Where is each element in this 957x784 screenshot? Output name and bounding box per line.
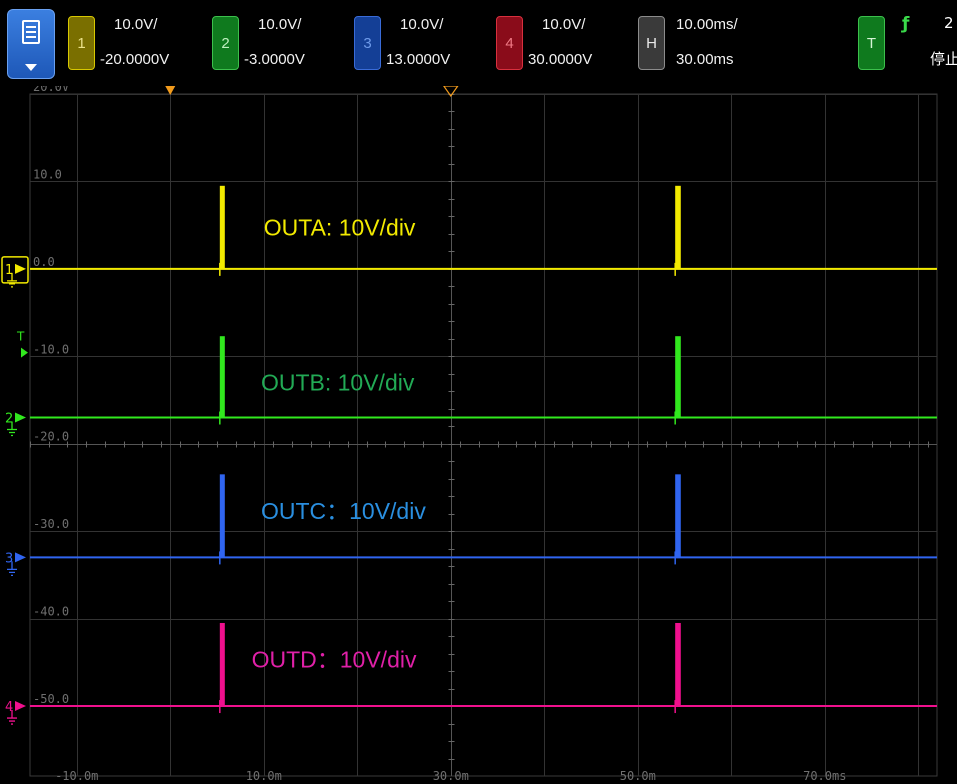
x-tick-label: 10.0m	[246, 769, 282, 783]
trigger-level-marker[interactable]: T	[16, 330, 28, 358]
waveform-traces	[30, 185, 937, 714]
trace-pulse-4	[219, 622, 225, 707]
x-tick-label: 70.0ms	[803, 769, 846, 783]
horizontal-position: 30.00ms	[676, 51, 734, 68]
ground-marker-4[interactable]: 4	[5, 700, 26, 725]
graticule	[29, 93, 938, 777]
x-tick-label: 30.0m	[433, 769, 469, 783]
x-tick-label: 50.0m	[620, 769, 656, 783]
y-tick-label: -30.0	[33, 517, 69, 531]
ground-marker-arrow-4	[15, 701, 26, 712]
channel-1-badge[interactable]: 1	[68, 16, 95, 70]
channel-2-scale: 10.0V/	[258, 16, 302, 33]
ground-marker-2[interactable]: 2	[5, 412, 26, 437]
waveform-display[interactable]: 20.0V 10.0 0.0 -10.0 -20.0 -30.0 -40.0 -50.0 -10…	[0, 86, 957, 784]
y-tick-label: -10.0	[33, 342, 69, 356]
menu-doc-icon	[22, 20, 40, 44]
trace-pulse-1	[675, 185, 681, 269]
trigger-level-arrow-icon	[21, 347, 28, 358]
channel-1-offset: -20.0000V	[100, 51, 170, 68]
trace-pulse-2	[675, 336, 681, 418]
horizontal-badge[interactable]: H	[638, 16, 665, 70]
trace-pulse-4	[675, 622, 681, 707]
ground-marker-3[interactable]: 3	[5, 551, 26, 577]
channel-4-scale: 10.0V/	[542, 16, 586, 33]
graticule-border	[29, 93, 938, 777]
series-label-4: OUTD：10V/div	[252, 647, 417, 673]
trace-pulse-3	[219, 474, 225, 558]
x-tick-label: -10.0m	[55, 769, 98, 783]
ground-marker-arrow-1	[15, 263, 26, 274]
y-tick-label: 20.0V	[33, 86, 69, 94]
y-tick-label: 0.0	[33, 255, 55, 269]
toolbar: 1 10.0V/ -20.0000V 2 10.0V/ -3.0000V 3 1…	[0, 0, 957, 86]
series-label-1: OUTA: 10V/div	[264, 215, 416, 241]
trace-pulse-2	[219, 336, 225, 418]
trigger-rising-edge-icon: ƒ	[902, 14, 910, 34]
trigger-button[interactable]: T	[858, 16, 885, 70]
y-tick-label: -20.0	[33, 430, 69, 444]
tick-labels: 20.0V 10.0 0.0 -10.0 -20.0 -30.0 -40.0 -50.0 -10…	[33, 86, 846, 783]
ground-marker-arrow-2	[15, 412, 26, 423]
trace-pulse-3	[675, 474, 681, 558]
trigger-level-label: T	[16, 330, 25, 344]
horizontal-scale: 10.00ms/	[676, 16, 738, 33]
channel-2-offset: -3.0000V	[244, 51, 305, 68]
series-label-3: OUTC：10V/div	[261, 498, 426, 524]
series-label-2: OUTB: 10V/div	[261, 369, 415, 395]
chevron-down-icon	[25, 64, 37, 71]
channel-4-badge[interactable]: 4	[496, 16, 523, 70]
channel-3-scale: 10.0V/	[400, 16, 444, 33]
run-state-text: 停止	[930, 50, 957, 68]
channel-3-badge[interactable]: 3	[354, 16, 381, 70]
channel-3-offset: 13.0000V	[386, 51, 451, 68]
ground-marker-arrow-3	[15, 552, 26, 563]
y-tick-label: -40.0	[33, 605, 69, 619]
trace-pulse-1	[219, 185, 225, 269]
main-menu-button[interactable]	[7, 9, 55, 79]
trigger-level-text: 2	[944, 14, 954, 32]
channel-2-badge[interactable]: 2	[212, 16, 239, 70]
ground-marker-1[interactable]: 1	[1, 256, 29, 288]
channel-1-scale: 10.0V/	[114, 16, 158, 33]
y-tick-label: -50.0	[33, 692, 69, 706]
y-tick-label: 10.0	[33, 167, 62, 181]
channel-4-offset: 30.0000V	[528, 51, 593, 68]
series-labels: OUTA: 10V/div OUTB: 10V/div OUTC：10V/div OU…	[252, 215, 427, 673]
